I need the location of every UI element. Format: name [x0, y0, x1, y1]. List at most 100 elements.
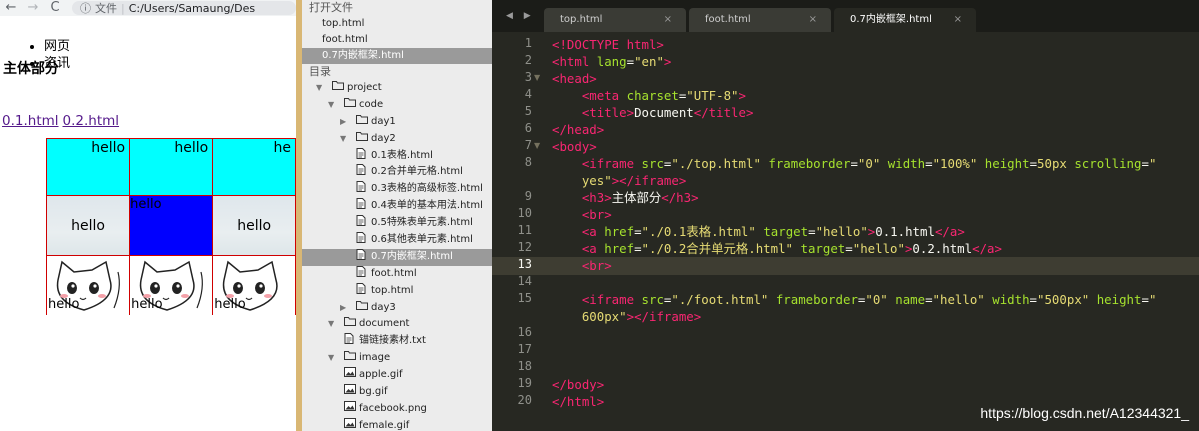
code-token: src [641, 156, 664, 171]
code-token: <title> [581, 105, 635, 120]
code-token: "hello" [932, 292, 985, 307]
folder-icon [332, 80, 344, 97]
code-token: = [1141, 292, 1149, 307]
tree-file[interactable]: 0.5特殊表单元素.html [302, 215, 492, 232]
code-token: "hello" [815, 224, 868, 239]
code-token: <body> [552, 139, 597, 154]
disclosure-open-icon[interactable]: ▼ [328, 316, 334, 333]
table-cell: hello [212, 195, 296, 256]
code-token: <head> [552, 71, 597, 86]
tree-folder[interactable]: ▼ document [302, 316, 492, 333]
tree-file[interactable]: 0.3表格的高级标签.html [302, 181, 492, 198]
tree-item-label: top.html [371, 284, 414, 296]
tree-folder[interactable]: ▼ code [302, 97, 492, 114]
close-icon[interactable]: × [664, 8, 672, 32]
code-token: width [992, 292, 1030, 307]
disclosure-open-icon[interactable]: ▼ [328, 97, 334, 114]
tree-file[interactable]: top.html [302, 282, 492, 300]
tab-active-file[interactable]: 0.7内嵌框架.html × [834, 8, 976, 32]
code-token: target [763, 224, 809, 239]
line-number: 10 [517, 206, 532, 220]
open-file-item[interactable]: foot.html [302, 32, 492, 48]
reload-icon[interactable]: C [44, 1, 66, 15]
tree-folder[interactable]: ▼ project [302, 80, 492, 97]
open-file-item-active[interactable]: 0.7内嵌框架.html [302, 48, 492, 64]
tree-file[interactable]: 0.2合并单元格.html [302, 164, 492, 181]
tree-folder[interactable]: ▼ image [302, 350, 492, 367]
tree-item-label: code [359, 98, 384, 110]
code-token: <a [581, 224, 605, 239]
code-token: 0.1.html [875, 224, 935, 239]
image-file-icon [344, 384, 356, 401]
code-line: <meta charset="UTF-8"> [552, 87, 746, 104]
file-icon [356, 181, 366, 199]
open-file-item[interactable]: top.html [302, 16, 492, 32]
forward-icon[interactable]: → [22, 1, 44, 15]
file-icon [344, 333, 354, 351]
disclosure-open-icon[interactable]: ▼ [328, 350, 334, 367]
tree-file[interactable]: 0.4表单的基本用法.html [302, 198, 492, 215]
disclosure-open-icon[interactable]: ▼ [340, 131, 346, 148]
disclosure-closed-icon[interactable]: ▶ [340, 300, 346, 317]
line-number: 3 [524, 70, 532, 84]
table-cell: hello [46, 195, 131, 256]
tree-item-label: document [359, 318, 410, 330]
code-token: "UTF-8" [686, 88, 739, 103]
line-number: 15 [517, 291, 532, 305]
image-file-icon [344, 367, 356, 384]
line-number: 20 [517, 393, 532, 407]
watermark: https://blog.csdn.net/A12344321_ [980, 405, 1189, 421]
tree-file[interactable]: 0.1表格.html [302, 147, 492, 166]
code-token: 600px" [581, 309, 627, 324]
back-icon[interactable]: ← [0, 1, 22, 15]
code-token: ></iframe> [611, 173, 687, 188]
line-number: 1 [524, 36, 532, 50]
tree-file[interactable]: bg.gif [302, 384, 492, 401]
cell-text: hello [91, 140, 126, 156]
foot-table: hello hello he hello hello hello hello h… [46, 138, 296, 315]
close-icon[interactable]: × [809, 8, 817, 32]
close-icon[interactable]: × [954, 8, 962, 32]
screenshot-root: ← → C ⓘ 文件 | C:/Users/Samaung/Des 网页 资讯 … [0, 0, 1199, 431]
code-token: 0.2.html [912, 241, 973, 256]
tree-file[interactable]: foot.html [302, 265, 492, 283]
tab-foot-html[interactable]: foot.html × [689, 8, 831, 32]
code-token: > [663, 54, 672, 69]
tree-file[interactable]: 0.6其他表单元素.html [302, 232, 492, 249]
file-icon [356, 147, 366, 166]
tree-folder[interactable]: ▼ day2 [302, 131, 492, 148]
tree-file[interactable]: female.gif [302, 417, 492, 431]
code-token: <br> [581, 258, 612, 273]
url-field[interactable]: ⓘ 文件 | C:/Users/Samaung/Des [72, 1, 296, 15]
link-row: 0.1.html 0.2.html [2, 113, 123, 129]
disclosure-closed-icon[interactable]: ▶ [340, 114, 346, 131]
tree-folder[interactable]: ▶ day3 [302, 300, 492, 317]
fold-icon[interactable]: ▼ [534, 141, 540, 150]
tree-item-label: bg.gif [359, 386, 388, 398]
code-token: <html [552, 54, 597, 69]
code-line: <!DOCTYPE html> [552, 36, 664, 53]
tree-file[interactable]: apple.gif [302, 367, 492, 384]
tab-scroll-arrows-icon[interactable]: ◀ ▶ [506, 11, 535, 21]
tree-file[interactable]: facebook.png [302, 400, 492, 418]
info-icon[interactable]: ⓘ [80, 1, 91, 15]
image-file-icon [344, 400, 356, 418]
code-token: " [1148, 156, 1157, 171]
tab-top-html[interactable]: top.html × [544, 8, 686, 32]
tree-file[interactable]: 0.7内嵌框架.html [302, 248, 492, 266]
code-token: "en" [634, 54, 664, 69]
tree-file[interactable]: 锚链接素材.txt [302, 333, 492, 350]
link-0-1[interactable]: 0.1.html [2, 113, 59, 129]
url-path: C:/Users/Samaung/Des [128, 1, 256, 15]
cell-text: hello [214, 297, 246, 312]
disclosure-open-icon[interactable]: ▼ [316, 80, 322, 97]
tree-folder[interactable]: ▶ day1 [302, 114, 492, 131]
fold-icon[interactable]: ▼ [534, 73, 540, 82]
code-token: src [641, 292, 664, 307]
browser-window: ← → C ⓘ 文件 | C:/Users/Samaung/Des 网页 资讯 … [0, 0, 296, 431]
link-0-2[interactable]: 0.2.html [63, 113, 120, 129]
code-line: 600px"></iframe> [552, 308, 701, 325]
